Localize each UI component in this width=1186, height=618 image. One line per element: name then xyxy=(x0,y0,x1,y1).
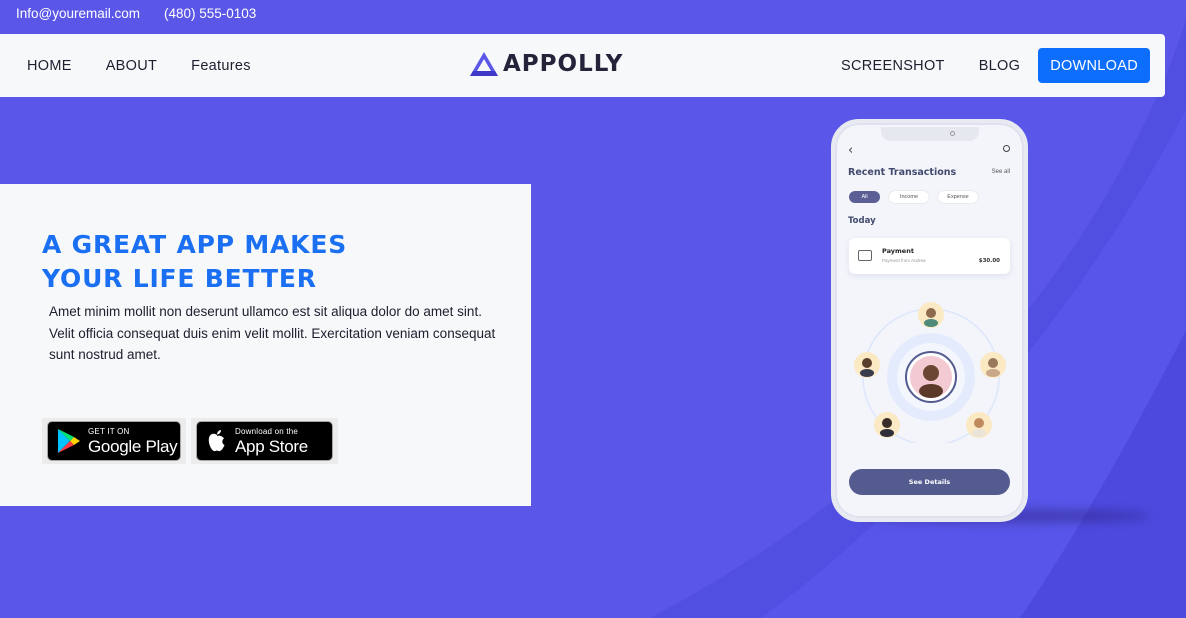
transaction-amount: $30.00 xyxy=(978,258,1000,264)
site-logo[interactable]: APPOLLY xyxy=(469,50,623,78)
app-store-badge: Download on the App Store xyxy=(196,421,333,461)
phone-see-all: See all xyxy=(991,169,1010,175)
hero-title-line2: YOUR LIFE BETTER xyxy=(42,264,317,293)
avatar-right xyxy=(980,352,1006,378)
hero-title: A GREAT APP MAKES YOUR LIFE BETTER xyxy=(42,228,347,296)
nav-home[interactable]: HOME xyxy=(27,58,72,74)
contact-email[interactable]: Info@youremail.com xyxy=(16,6,140,21)
google-play-big-text: Google Play xyxy=(88,436,178,456)
chip-all: All xyxy=(849,191,880,203)
google-play-badge: GET IT ON Google Play xyxy=(47,421,181,461)
download-button[interactable]: DOWNLOAD xyxy=(1038,48,1150,83)
chip-expense: Expense xyxy=(938,191,978,203)
top-contact-bar: Info@youremail.com (480) 555-0103 xyxy=(16,6,256,21)
avatar-left xyxy=(854,352,880,378)
avatar-center xyxy=(905,351,957,403)
nav-right-group: SCREENSHOT BLOG DOWNLOAD xyxy=(807,34,1150,97)
search-icon xyxy=(1003,145,1010,152)
contacts-orbit xyxy=(854,302,1006,443)
phone-section-today: Today xyxy=(848,216,876,226)
app-store-text: Download on the App Store xyxy=(235,426,308,456)
phone-filter-chips: All Income Expense xyxy=(849,191,978,203)
nav-blog[interactable]: BLOG xyxy=(979,58,1021,74)
app-store-small-text: Download on the xyxy=(235,426,299,436)
nav-left-group: HOME ABOUT Features xyxy=(27,34,285,97)
avatar-bottom-left xyxy=(874,412,900,438)
phone-mockup: ‹ Recent Transactions See all All Income… xyxy=(831,119,1028,522)
avatar-top xyxy=(918,302,944,328)
hero-description: Amet minim mollit non deserunt ullamco e… xyxy=(49,304,496,362)
google-play-small-text: GET IT ON xyxy=(88,426,130,436)
transaction-title: Payment xyxy=(882,247,914,255)
nav-features[interactable]: Features xyxy=(191,58,251,74)
google-play-text: GET IT ON Google Play xyxy=(88,426,178,456)
see-details-button: See Details xyxy=(849,469,1010,495)
avatar-bottom-right xyxy=(966,412,992,438)
logo-text: APPOLLY xyxy=(503,51,624,77)
hero-title-line1: A GREAT APP MAKES xyxy=(42,230,348,259)
phone-notch xyxy=(881,127,979,141)
app-store-big-text: App Store xyxy=(235,436,308,456)
triangle-logo-icon xyxy=(470,52,498,76)
camera-dot xyxy=(950,131,955,136)
nav-about[interactable]: ABOUT xyxy=(106,58,157,74)
phone-screen-title: Recent Transactions xyxy=(848,167,957,178)
transaction-subtitle: Payment from Andrea xyxy=(882,258,926,263)
main-navbar: HOME ABOUT Features APPOLLY SCREENSHOT B… xyxy=(0,34,1165,97)
app-store-button[interactable]: Download on the App Store xyxy=(191,418,338,464)
envelope-icon xyxy=(858,250,872,261)
google-play-button[interactable]: GET IT ON Google Play xyxy=(42,418,186,464)
contact-phone[interactable]: (480) 555-0103 xyxy=(164,6,256,21)
phone-transaction-card: Payment Payment from Andrea $30.00 xyxy=(849,238,1010,274)
chip-income: Income xyxy=(889,191,929,203)
back-chevron-icon: ‹ xyxy=(848,143,854,158)
hero-card: A GREAT APP MAKES YOUR LIFE BETTER Amet … xyxy=(0,184,531,506)
google-play-icon xyxy=(58,429,80,453)
apple-icon xyxy=(208,430,225,452)
nav-screenshot[interactable]: SCREENSHOT xyxy=(841,58,945,74)
